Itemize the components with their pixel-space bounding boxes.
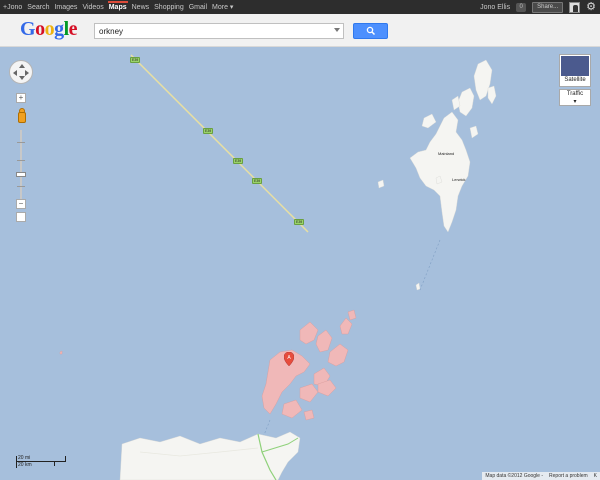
account-area: Jono Ellis 0 Share... ⚙ [480,0,596,14]
share-button[interactable]: Share... [532,1,564,13]
scale-miles: 20 mi [18,455,31,461]
pan-down-icon[interactable] [19,76,25,80]
search-icon [366,26,375,36]
gear-icon[interactable]: ⚙ [586,1,596,13]
road-shield: E39 [130,57,141,63]
nav-videos[interactable]: Videos [82,4,103,11]
logo-letter: o [44,18,55,40]
map-label-mainland: Mainland [438,151,455,156]
google-logo[interactable]: Google [20,18,78,41]
zoom-tick [17,160,25,161]
magnifier-icon[interactable] [16,212,26,222]
road-shield: E39 [252,178,263,184]
zoom-slider-track[interactable] [20,130,22,200]
map-canvas[interactable]: Mainland Lerwick E39 E39 E39 E39 E39 A [0,47,600,480]
nav-gmail[interactable]: Gmail [189,4,207,11]
map-label-lerwick: Lerwick [452,177,466,182]
search-box [94,23,344,39]
nav-shopping[interactable]: Shopping [154,4,184,11]
pan-right-icon[interactable] [25,70,29,76]
search-header: Google [0,14,600,47]
user-name-link[interactable]: Jono Ellis [480,4,510,11]
scale-bar: 20 mi 20 km [14,455,74,469]
pan-left-icon[interactable] [13,70,17,76]
satellite-button[interactable]: Satellite [559,54,591,87]
traffic-button[interactable]: Traffic ▾ [559,89,591,106]
road-shield: E39 [233,158,244,164]
logo-letter: G [20,18,36,40]
logo-letter: e [68,18,78,40]
scale-km: 20 km [18,462,32,468]
satellite-thumbnail [561,56,589,76]
scale-tick [16,456,17,468]
map-layer [0,47,600,480]
zoom-tick [17,142,25,143]
nav-search[interactable]: Search [27,4,49,11]
nav-news[interactable]: News [132,4,150,11]
pegman-body [18,112,26,123]
chevron-down-icon[interactable] [334,28,340,32]
pan-up-icon[interactable] [19,64,25,68]
chevron-down-icon: ▾ [573,99,577,105]
report-problem-link[interactable]: Report a problem [549,473,588,479]
road-shield: E39 [203,128,214,134]
zoom-in-button[interactable]: + [16,93,26,103]
location-pin-icon[interactable]: A [284,352,294,366]
map-footer: Map data ©2012 Google - Report a problem… [482,472,600,480]
footer-extra-link[interactable]: K [594,473,597,479]
logo-letter: o [35,18,45,40]
search-input[interactable] [95,24,330,38]
zoom-tick [17,186,25,187]
zoom-out-button[interactable]: − [16,199,26,209]
zoom-slider-handle[interactable] [16,172,26,177]
google-bar: +Jono Search Images Videos Maps News Sho… [0,0,600,14]
nav-more[interactable]: More ▾ [212,3,233,11]
sea [0,47,600,480]
nav-images[interactable]: Images [54,4,77,11]
nav-plus-jono[interactable]: +Jono [3,4,22,11]
map-attribution: Map data ©2012 Google - [485,473,544,479]
nav-maps[interactable]: Maps [107,0,128,11]
top-nav: +Jono Search Images Videos Maps News Sho… [3,0,233,14]
search-button[interactable] [353,23,388,39]
notifications-count[interactable]: 0 [516,2,527,12]
pan-control[interactable] [9,60,33,84]
avatar[interactable] [569,1,581,13]
traffic-label: Traffic [566,91,584,97]
satellite-label: Satellite [564,77,586,83]
logo-letter: g [54,18,64,40]
road-shield: E39 [294,219,305,225]
pegman-icon[interactable] [16,108,26,128]
